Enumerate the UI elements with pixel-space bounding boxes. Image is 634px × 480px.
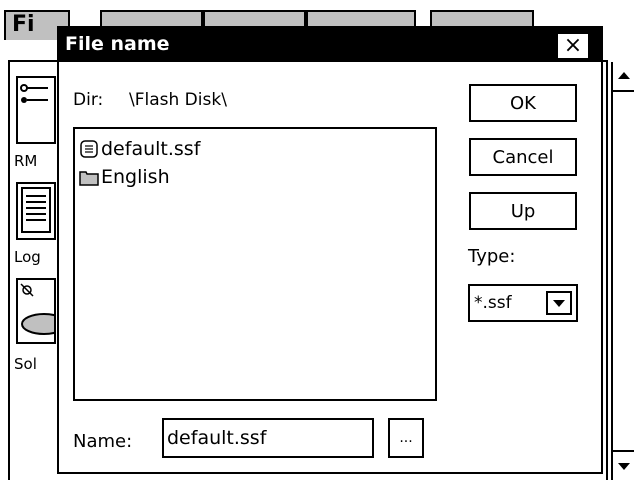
type-select[interactable]: *.ssf [468,284,578,322]
folder-icon [79,167,99,187]
dialog-title: File name [65,33,170,55]
name-input[interactable] [162,418,374,458]
log-label: Log [14,248,41,266]
connector-icon[interactable] [16,76,56,144]
satellite-dish-icon[interactable] [16,278,67,344]
rm-label: RM [14,152,38,170]
close-button[interactable]: × [557,33,589,59]
log-document-icon[interactable] [16,182,56,240]
list-item[interactable]: English [79,165,170,189]
close-icon: × [563,33,583,58]
list-item[interactable]: default.ssf [79,137,200,161]
file-name: default.ssf [101,138,201,160]
sol-label: Sol [14,355,37,373]
browse-button[interactable]: ... [388,418,424,458]
tab-file-label: Fi [12,12,35,37]
scroll-up-arrow-icon[interactable] [613,62,634,92]
file-list[interactable]: default.ssf English [73,127,437,401]
up-button[interactable]: Up [469,192,577,230]
dir-label: Dir: [73,90,104,110]
scroll-down-arrow-icon[interactable] [613,450,634,480]
ok-button[interactable]: OK [469,84,577,122]
dialog-titlebar: File name × [59,28,601,62]
folder-name: English [101,166,170,188]
name-label: Name: [73,431,133,452]
vertical-scrollbar[interactable] [611,62,634,480]
type-label: Type: [468,246,516,267]
file-name-dialog: File name × Dir: \Flash Disk\ default.ss… [57,26,603,474]
chevron-down-icon[interactable] [546,291,572,315]
dir-path: \Flash Disk\ [129,90,227,110]
cancel-button[interactable]: Cancel [469,138,577,176]
document-icon [79,139,99,159]
type-select-value: *.ssf [474,293,512,313]
